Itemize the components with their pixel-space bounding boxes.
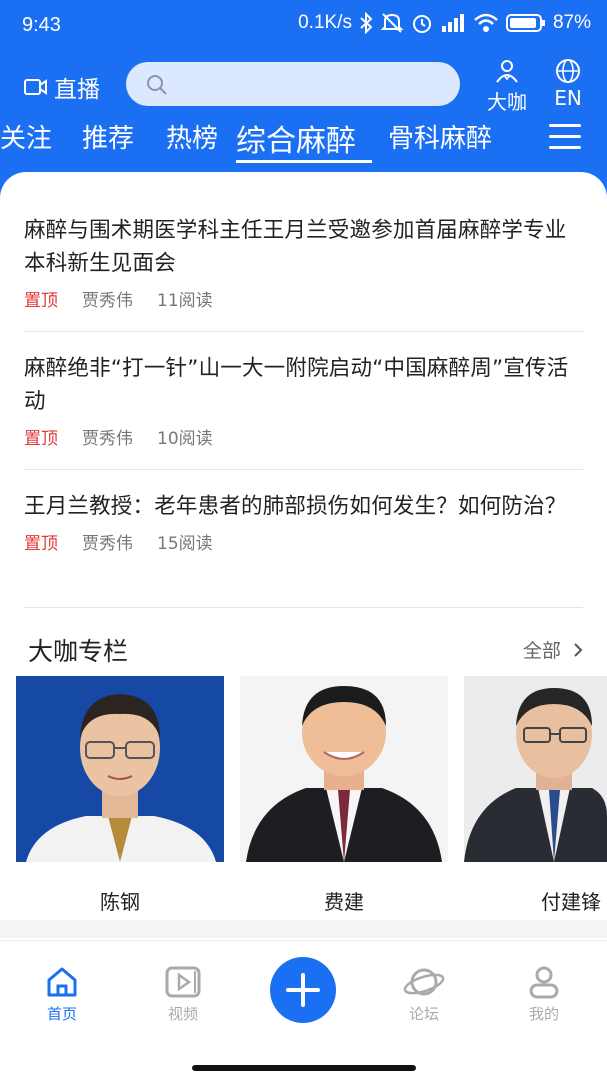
expert-name: 费建: [324, 890, 364, 914]
category-tabs: 关注 推荐 热榜 综合麻醉 骨科麻醉: [0, 116, 607, 164]
article-title: 麻醉与围术期医学科主任王月兰受邀参加首届麻醉学专业本科新生见面会: [24, 218, 567, 276]
pinned-tag: 置顶: [24, 291, 58, 311]
plus-icon: [286, 973, 320, 1007]
nav-home[interactable]: 首页: [22, 965, 102, 1024]
mute-icon: [380, 13, 404, 33]
wifi-icon: [474, 13, 498, 32]
language-button[interactable]: EN: [542, 58, 594, 110]
pinned-tag: 置顶: [24, 534, 58, 554]
expert-card[interactable]: 费建: [240, 676, 448, 915]
article-meta: 置顶 贾秀伟 10阅读: [24, 424, 583, 449]
status-bar: 9:43 0.1K/s 87%: [0, 0, 607, 52]
article-meta: 置顶 贾秀伟 11阅读: [24, 286, 583, 311]
status-time: 9:43: [22, 14, 61, 36]
live-label: 直播: [54, 77, 100, 103]
planet-icon: [403, 968, 445, 996]
user-icon: [529, 966, 559, 999]
publish-button[interactable]: [270, 957, 336, 1023]
article-title: 麻醉绝非“打一针”山一大一附院启动“中国麻醉周”宣传活动: [24, 356, 569, 414]
article-reads: 10阅读: [157, 429, 213, 449]
expert-photo: [240, 676, 448, 862]
daka-button[interactable]: 大咖: [481, 58, 533, 115]
expert-card[interactable]: 付建锋: [464, 676, 607, 915]
nav-mine-label: 我的: [528, 1005, 559, 1023]
article-item[interactable]: 麻醉与围术期医学科主任王月兰受邀参加首届麻醉学专业本科新生见面会 置顶 贾秀伟 …: [24, 214, 583, 332]
expert-name: 陈钢: [100, 890, 140, 914]
article-author: 贾秀伟: [82, 534, 133, 554]
expert-section-header: 大咖专栏 全部: [28, 632, 583, 668]
view-all-button[interactable]: 全部: [523, 636, 583, 663]
nav-forum-label: 论坛: [408, 1005, 439, 1023]
expert-photo: [16, 676, 224, 862]
expert-section-title: 大咖专栏: [28, 637, 129, 666]
daka-icon: [496, 60, 518, 83]
expert-photo: [464, 676, 607, 862]
search-input[interactable]: [126, 62, 460, 106]
article-item[interactable]: 麻醉绝非“打一针”山一大一附院启动“中国麻醉周”宣传活动 置顶 贾秀伟 10阅读: [24, 352, 583, 470]
tab-orthopedic-anesthesia[interactable]: 骨科麻醉: [388, 118, 492, 155]
bottom-navigation: 首页 视频 论坛 我的: [0, 940, 607, 1080]
top-bar: 直播 大咖 EN: [0, 58, 607, 115]
daka-label: 大咖: [487, 90, 527, 114]
status-icons: 0.1K/s 87%: [298, 12, 591, 34]
section-divider: [0, 920, 607, 938]
article-title: 王月兰教授：老年患者的肺部损伤如何发生？如何防治？: [24, 494, 567, 519]
menu-icon[interactable]: [549, 124, 581, 150]
battery-level: 87%: [552, 12, 591, 33]
article-item[interactable]: 王月兰教授：老年患者的肺部损伤如何发生？如何防治？ 置顶 贾秀伟 15阅读: [24, 490, 583, 608]
article-author: 贾秀伟: [82, 291, 133, 311]
alarm-icon: [412, 15, 431, 33]
globe-icon: [556, 59, 580, 83]
signal-icon: [441, 14, 464, 32]
live-button[interactable]: 直播: [24, 70, 100, 104]
tab-general-anesthesia[interactable]: 综合麻醉: [236, 116, 356, 160]
search-icon: [147, 75, 167, 95]
video-camera-icon: [24, 79, 47, 95]
battery-icon: [505, 14, 545, 32]
expert-carousel: 陈钢 费建 付建锋: [16, 676, 607, 916]
net-speed: 0.1K/s: [298, 12, 352, 33]
home-icon: [47, 967, 77, 997]
video-icon: [165, 966, 201, 998]
pinned-tag: 置顶: [24, 429, 58, 449]
article-reads: 11阅读: [157, 291, 213, 311]
nav-home-label: 首页: [46, 1005, 77, 1023]
article-author: 贾秀伟: [82, 429, 133, 449]
nav-video[interactable]: 视频: [143, 965, 223, 1024]
article-reads: 15阅读: [157, 534, 213, 554]
tab-hot[interactable]: 热榜: [166, 118, 218, 155]
expert-name: 付建锋: [541, 890, 601, 914]
nav-forum[interactable]: 论坛: [384, 965, 464, 1024]
expert-card[interactable]: 陈钢: [16, 676, 224, 915]
bluetooth-icon: [360, 12, 373, 34]
home-indicator: [192, 1065, 416, 1071]
view-all-label: 全部: [522, 640, 561, 662]
nav-video-label: 视频: [167, 1005, 198, 1023]
article-meta: 置顶 贾秀伟 15阅读: [24, 529, 583, 554]
tab-follow[interactable]: 关注: [0, 118, 52, 155]
language-label: EN: [554, 86, 582, 110]
chevron-right-icon: [574, 642, 583, 657]
nav-mine[interactable]: 我的: [504, 965, 584, 1024]
active-tab-underline: [236, 160, 372, 163]
tab-recommend[interactable]: 推荐: [82, 118, 134, 155]
